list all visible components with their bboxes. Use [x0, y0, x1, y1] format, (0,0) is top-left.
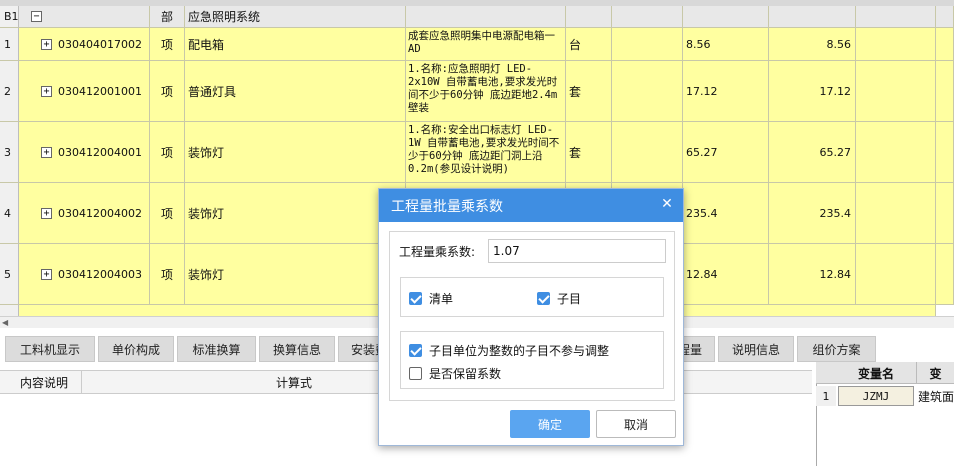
tab-description[interactable]: 说明信息: [718, 336, 794, 362]
plus-box-icon[interactable]: +: [41, 207, 52, 219]
checkbox-checked-icon[interactable]: [409, 292, 422, 305]
plus-box-icon[interactable]: +: [41, 38, 52, 50]
item-name[interactable]: 配电箱: [185, 28, 406, 61]
group-name: 应急照明系统: [185, 6, 406, 28]
dialog-title: 工程量批量乘系数: [379, 189, 683, 222]
options-group: 子目单位为整数的子目不参与调整 是否保留系数: [400, 331, 664, 389]
integer-unit-checkbox-row[interactable]: 子目单位为整数的子目不参与调整: [409, 342, 609, 359]
column-header: 变: [916, 362, 954, 384]
item-quantity[interactable]: 17.12: [683, 61, 769, 122]
plus-box-icon[interactable]: +: [41, 268, 52, 280]
item-quantity[interactable]: 65.27: [683, 122, 769, 183]
variable-name-cell[interactable]: JZMJ: [838, 386, 914, 406]
item-code: 030404017002: [58, 37, 142, 51]
table-row[interactable]: 2 +030412001001 项 普通灯具 1.名称:应急照明灯 LED-2x…: [0, 61, 954, 122]
subitem-checkbox-label: 子目: [557, 292, 582, 306]
batch-multiply-dialog: 工程量批量乘系数 ✕ 工程量乘系数: 1.07 清单 子目 子目单位为整数的子目…: [378, 188, 684, 446]
factor-input[interactable]: 1.07: [488, 239, 666, 263]
list-checkbox-label: 清单: [429, 292, 454, 306]
plus-box-icon[interactable]: +: [41, 146, 52, 158]
row-number: 1: [0, 28, 19, 61]
tab-unit-price[interactable]: 单价构成: [98, 336, 174, 362]
factor-label: 工程量乘系数:: [399, 245, 476, 259]
item-unit: 套: [566, 61, 612, 122]
tab-pricing-plan[interactable]: 组价方案: [797, 336, 876, 362]
item-unit: 套: [566, 122, 612, 183]
checkbox-unchecked-icon[interactable]: [409, 367, 422, 380]
column-header: 内容说明: [6, 370, 82, 394]
subitem-checkbox-row[interactable]: 子目: [537, 290, 581, 307]
tab-conversion-info[interactable]: 换算信息: [259, 336, 335, 362]
item-code: 030412004002: [58, 206, 142, 220]
tab-material-display[interactable]: 工料机显示: [5, 336, 95, 362]
item-description[interactable]: 1.名称:安全出口标志灯 LED-1W 自带蓄电池,要求发光时间不少于60分钟 …: [406, 122, 566, 183]
table-row[interactable]: 1 +030404017002 项 配电箱 成套应急照明集中电源配电箱一AD 台…: [0, 28, 954, 61]
item-code: 030412004001: [58, 145, 142, 159]
row-type: 项: [150, 122, 185, 183]
row-number: 4: [0, 183, 19, 244]
dialog-body: 工程量乘系数: 1.07 清单 子目 子目单位为整数的子目不参与调整 是否保留系…: [389, 231, 675, 401]
plus-box-icon[interactable]: +: [41, 85, 52, 97]
variable-panel: 变量名 变 1 JZMJ 建筑面: [816, 362, 954, 466]
row-number: 5: [0, 244, 19, 305]
integer-unit-checkbox-label: 子目单位为整数的子目不参与调整: [429, 344, 610, 358]
close-icon[interactable]: ✕: [659, 196, 675, 212]
checkbox-checked-icon[interactable]: [537, 292, 550, 305]
item-total: 65.27: [769, 122, 856, 183]
item-name[interactable]: 普通灯具: [185, 61, 406, 122]
keep-factor-checkbox-label: 是否保留系数: [429, 367, 502, 381]
keep-factor-checkbox-row[interactable]: 是否保留系数: [409, 365, 501, 382]
item-code: 030412004003: [58, 267, 142, 281]
table-row[interactable]: 3 +030412004001 项 装饰灯 1.名称:安全出口标志灯 LED-1…: [0, 122, 954, 183]
group-toggle-cell[interactable]: −: [19, 6, 150, 28]
item-total: 8.56: [769, 28, 856, 61]
column-header: 变量名: [857, 366, 894, 381]
row-type: 项: [150, 244, 185, 305]
item-description[interactable]: 1.名称:应急照明灯 LED-2x10W 自带蓄电池,要求发光时间不少于60分钟…: [406, 61, 566, 122]
item-unit: 台: [566, 28, 612, 61]
checkbox-checked-icon[interactable]: [409, 344, 422, 357]
arrow-left-icon[interactable]: ◀: [2, 318, 8, 327]
item-name[interactable]: 装饰灯: [185, 183, 406, 244]
item-quantity[interactable]: 8.56: [683, 28, 769, 61]
row-number: 3: [0, 122, 19, 183]
row-number: B1: [0, 6, 19, 28]
list-checkbox-row[interactable]: 清单: [409, 290, 453, 307]
row-type: 部: [150, 6, 185, 28]
item-total: 17.12: [769, 61, 856, 122]
row-number: 2: [0, 61, 19, 122]
cancel-button[interactable]: 取消: [596, 410, 676, 438]
row-type: 项: [150, 183, 185, 244]
item-code-cell[interactable]: +030404017002: [19, 28, 150, 61]
item-code: 030412001001: [58, 84, 142, 98]
item-code-cell[interactable]: +030412004002: [19, 183, 150, 244]
item-total: 235.4: [769, 183, 856, 244]
table-group-row[interactable]: B1 − 部 应急照明系统: [0, 6, 954, 28]
ok-button[interactable]: 确定: [510, 410, 590, 438]
item-name[interactable]: 装饰灯: [185, 244, 406, 305]
scope-group: 清单 子目: [400, 277, 664, 317]
item-quantity[interactable]: 12.84: [683, 244, 769, 305]
item-name[interactable]: 装饰灯: [185, 122, 406, 183]
item-code-cell[interactable]: +030412004001: [19, 122, 150, 183]
row-type: 项: [150, 61, 185, 122]
item-description[interactable]: 成套应急照明集中电源配电箱一AD: [406, 28, 566, 61]
minus-box-icon[interactable]: −: [31, 11, 42, 22]
item-code-cell[interactable]: +030412001001: [19, 61, 150, 122]
item-quantity[interactable]: 235.4: [683, 183, 769, 244]
row-type: 项: [150, 28, 185, 61]
row-number: 1: [816, 386, 836, 406]
item-total: 12.84: [769, 244, 856, 305]
item-code-cell[interactable]: +030412004003: [19, 244, 150, 305]
variable-desc-cell[interactable]: 建筑面: [916, 386, 954, 406]
tab-standard-conversion[interactable]: 标准换算: [177, 336, 256, 362]
